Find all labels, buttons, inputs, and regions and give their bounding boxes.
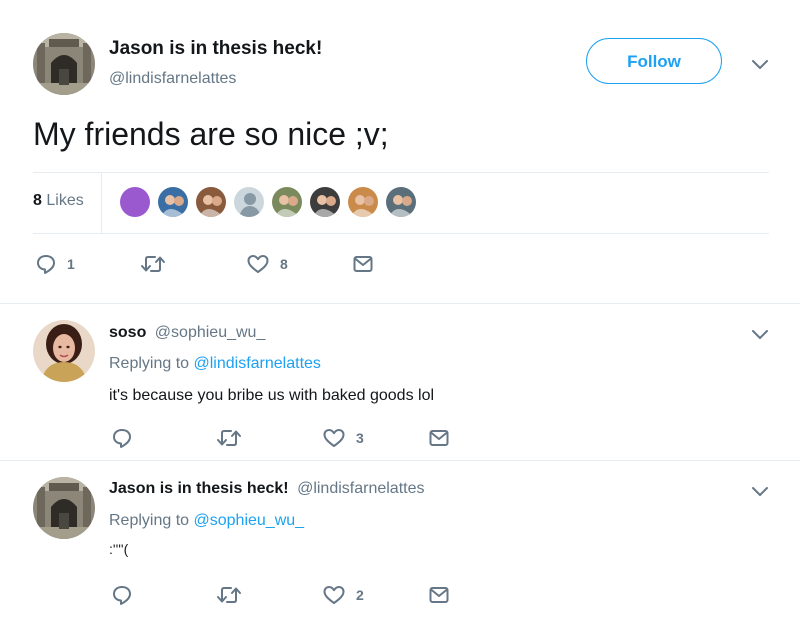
avatar[interactable] [33,477,95,539]
liker-avatar[interactable] [385,186,417,218]
reply-header: Jason is in thesis heck! @lindisfarnelat… [109,480,425,498]
reply-action[interactable] [111,426,143,450]
dm-icon [428,427,450,449]
author-name[interactable]: soso [109,324,146,341]
likes-label: Likes [46,192,84,209]
liker-avatar[interactable] [233,186,265,218]
like-count: 8 [280,256,288,272]
dm-action[interactable] [428,583,450,607]
reply-icon [35,253,57,275]
dm-action[interactable] [352,252,374,276]
reply-action[interactable] [111,583,143,607]
dm-action[interactable] [428,426,450,450]
retweet-icon [216,584,242,606]
avatar[interactable] [33,33,95,95]
like-action[interactable]: 3 [322,426,364,450]
replying-prefix: Replying to [109,512,190,529]
like-count: 2 [356,587,364,603]
retweet-action[interactable] [216,583,252,607]
reply-action[interactable]: 1 [35,252,75,276]
like-icon [246,253,270,275]
retweet-icon [216,427,242,449]
author-handle[interactable]: @sophieu_wu_ [155,324,266,341]
dm-icon [352,253,374,275]
liker-avatar[interactable] [119,186,151,218]
chevron-down-icon[interactable] [750,58,770,72]
reply-count: 1 [67,256,75,272]
replying-prefix: Replying to [109,355,190,372]
liker-avatar[interactable] [309,186,341,218]
mention-link[interactable]: @lindisfarnelattes [194,355,321,372]
author-name[interactable]: Jason is in thesis heck! [109,38,322,60]
chevron-down-icon[interactable] [750,328,770,342]
replying-to: Replying to @lindisfarnelattes [109,355,321,373]
dm-icon [428,584,450,606]
divider [33,172,769,173]
follow-button[interactable]: Follow [586,38,722,84]
like-icon [322,584,346,606]
liker-avatar[interactable] [157,186,189,218]
liker-avatar[interactable] [347,186,379,218]
main-tweet: Jason is in thesis heck! @lindisfarnelat… [0,0,800,300]
like-action[interactable]: 8 [246,252,288,276]
reply-icon [111,584,133,606]
author-handle[interactable]: @lindisfarnelattes [109,70,236,88]
likes-count[interactable]: 8 Likes [33,192,84,210]
mention-link[interactable]: @sophieu_wu_ [194,512,305,529]
author-name[interactable]: Jason is in thesis heck! [109,480,289,497]
avatar[interactable] [33,320,95,382]
tweet-thread: Jason is in thesis heck! @lindisfarnelat… [0,0,800,620]
liker-avatar[interactable] [271,186,303,218]
reply-tweet[interactable]: soso @sophieu_wu_ Replying to @lindisfar… [0,304,800,459]
retweet-action[interactable] [216,426,252,450]
tweet-text: My friends are so nice ;v; [33,116,389,152]
retweet-action[interactable] [140,252,176,276]
liker-avatar[interactable] [195,186,227,218]
retweet-icon [140,253,166,275]
likes-number: 8 [33,192,42,209]
like-action[interactable]: 2 [322,583,364,607]
like-count: 3 [356,430,364,446]
reply-tweet[interactable]: Jason is in thesis heck! @lindisfarnelat… [0,461,800,620]
author-handle[interactable]: @lindisfarnelattes [297,480,424,497]
replying-to: Replying to @sophieu_wu_ [109,512,304,530]
like-icon [322,427,346,449]
reply-text: :''''( [109,541,129,557]
chevron-down-icon[interactable] [750,485,770,499]
divider [101,173,102,233]
reply-text: it's because you bribe us with baked goo… [109,387,435,404]
reply-header: soso @sophieu_wu_ [109,324,265,342]
divider [33,233,769,234]
reply-icon [111,427,133,449]
